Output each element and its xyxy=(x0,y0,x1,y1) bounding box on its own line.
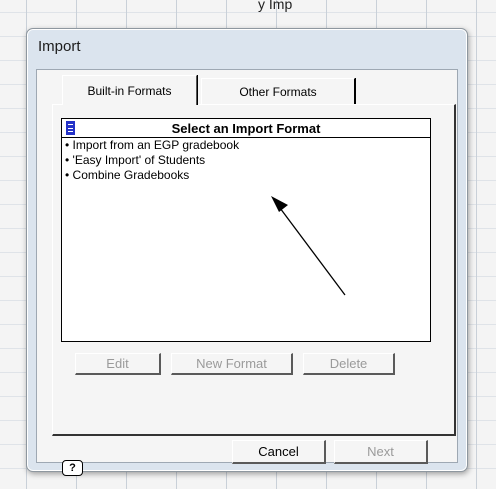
import-format-list[interactable]: Select an Import Format • Import from an… xyxy=(61,118,431,342)
delete-button[interactable]: Delete xyxy=(303,353,395,375)
list-item[interactable]: • Import from an EGP gradebook xyxy=(62,138,430,153)
cancel-button[interactable]: Cancel xyxy=(232,440,326,464)
tab-panel: Select an Import Format • Import from an… xyxy=(52,104,456,436)
list-item[interactable]: • 'Easy Import' of Students xyxy=(62,153,430,168)
new-format-button[interactable]: New Format xyxy=(171,353,293,375)
tab-built-in-formats[interactable]: Built-in Formats xyxy=(62,75,197,105)
edit-button[interactable]: Edit xyxy=(75,353,161,375)
import-dialog: Import Built-in Formats Other Formats Se… xyxy=(26,28,468,476)
list-header: Select an Import Format xyxy=(62,119,430,138)
background-window-text: y Imp xyxy=(258,0,293,12)
help-icon[interactable]: ? xyxy=(62,460,83,476)
dialog-client-area: Built-in Formats Other Formats Select an… xyxy=(36,69,458,476)
dialog-title: Import xyxy=(38,38,81,55)
list-header-title: Select an Import Format xyxy=(171,120,321,136)
next-button[interactable]: Next xyxy=(334,440,428,464)
list-item[interactable]: • Combine Gradebooks xyxy=(62,168,430,183)
tab-other-formats[interactable]: Other Formats xyxy=(201,78,355,105)
